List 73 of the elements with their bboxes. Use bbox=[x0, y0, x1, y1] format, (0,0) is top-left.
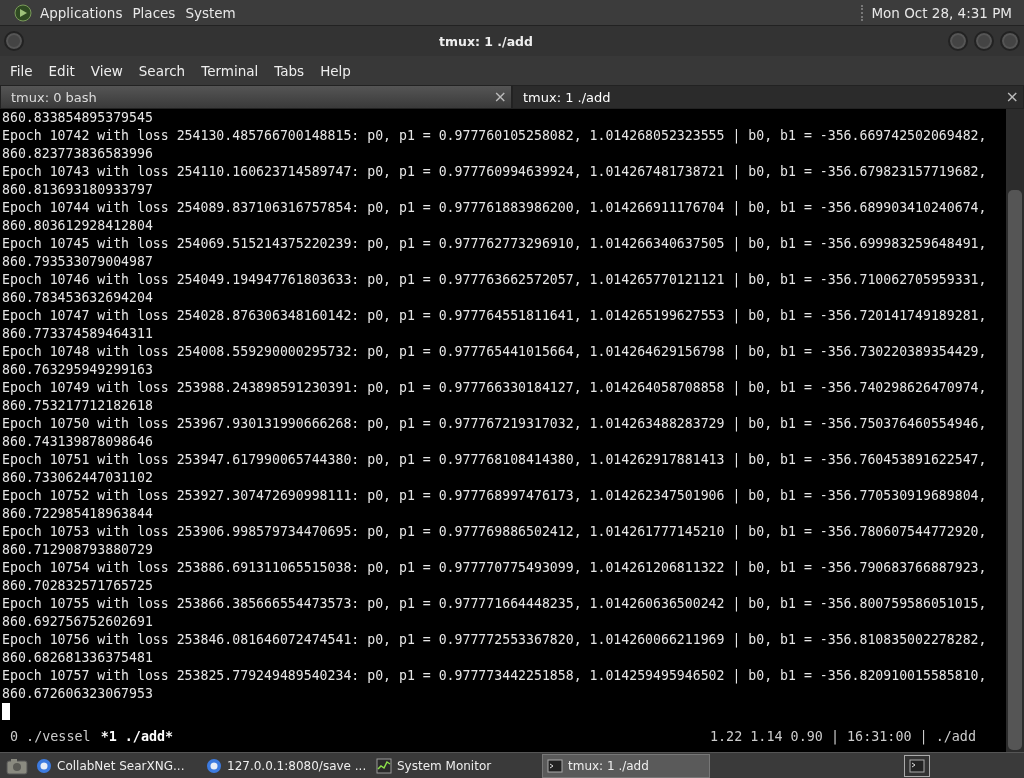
terminal-line: 860.692756752602691 bbox=[2, 613, 153, 631]
menu-item[interactable]: View bbox=[82, 62, 131, 79]
taskbar-button[interactable]: System Monitor bbox=[372, 754, 538, 777]
panel-menu[interactable]: Places bbox=[130, 4, 178, 21]
menu-item[interactable]: Help bbox=[312, 62, 359, 79]
tmux-status-info: 1.22 1.14 0.90 | 16:31:00 | ./add bbox=[709, 728, 976, 744]
terminal-line: 860.793533079004987 bbox=[2, 253, 153, 271]
panel-separator bbox=[861, 4, 866, 21]
terminal-line: 860.722985418963844 bbox=[2, 505, 153, 523]
terminal-line: Epoch 10749 with loss 253988.243898591230391: p0, p1 = 0.977766330184127, 1.014264058708858 | b0, b1 = -356.740298626470974, bbox=[2, 379, 987, 397]
terminal-line: 860.702832571765725 bbox=[2, 577, 153, 595]
workspace-switcher[interactable] bbox=[904, 754, 930, 777]
terminal-line: 860.712908793880729 bbox=[2, 541, 153, 559]
taskbar-button[interactable]: tmux: 1 ./add bbox=[542, 753, 710, 778]
globe-icon bbox=[36, 757, 52, 774]
minimize-button[interactable] bbox=[948, 31, 968, 51]
terminal-line: Epoch 10751 with loss 253947.617990065744380: p0, p1 = 0.977768108414380, 1.014262917881413 | b0, b1 = -356.760453891622547, bbox=[2, 451, 987, 469]
terminal-line: Epoch 10747 with loss 254028.876306348160142: p0, p1 = 0.977764551811641, 1.014265199627553 | b0, b1 = -356.720141749189281, bbox=[2, 307, 987, 325]
terminal-line: Epoch 10754 with loss 253886.691311065515038: p0, p1 = 0.977770775493099, 1.014261206811322 | b0, b1 = -356.790683766887923, bbox=[2, 559, 987, 577]
tmux-window: 0 ./vessel bbox=[10, 728, 91, 744]
window-title: tmux: 1 ./add bbox=[438, 33, 534, 49]
terminal-line: Epoch 10748 with loss 254008.559290000295732: p0, p1 = 0.977765441015664, 1.014264629156798 | b0, b1 = -356.730220389354429, bbox=[2, 343, 987, 361]
tab-label: tmux: 1 ./add bbox=[523, 89, 612, 105]
chart-icon bbox=[376, 757, 392, 774]
terminal-line: Epoch 10757 with loss 253825.779249489540234: p0, p1 = 0.977773442251858, 1.014259495946502 | b0, b1 = -356.820910015585810, bbox=[2, 667, 987, 685]
terminal-line: 860.763295949299163 bbox=[2, 361, 153, 379]
terminal-line: 860.833854895379545 bbox=[2, 109, 153, 127]
foot-logo-icon bbox=[14, 3, 32, 22]
terminal-line: 860.753217712182618 bbox=[2, 397, 153, 415]
close-icon[interactable]: × bbox=[1005, 89, 1019, 105]
terminal-line: 860.743139878098646 bbox=[2, 433, 153, 451]
terminal-line: 860.803612928412804 bbox=[2, 217, 153, 235]
tmux-window: *1 ./add* bbox=[100, 728, 174, 744]
menu-item[interactable]: Search bbox=[130, 62, 194, 79]
menu-item[interactable]: Tabs bbox=[266, 62, 313, 79]
terminal-line: Epoch 10755 with loss 253866.385666554473573: p0, p1 = 0.977771664448235, 1.014260636500242 | b0, b1 = -356.800759586051015, bbox=[2, 595, 987, 613]
globe-icon bbox=[206, 757, 222, 774]
close-button[interactable] bbox=[1000, 31, 1020, 51]
menu-item[interactable]: Edit bbox=[40, 62, 83, 79]
text-cursor bbox=[2, 703, 10, 720]
terminal-line: Epoch 10744 with loss 254089.837106316757854: p0, p1 = 0.977761883986200, 1.014266911176704 | b0, b1 = -356.689903410240674, bbox=[2, 199, 987, 217]
terminal-line: 860.813693180933797 bbox=[2, 181, 153, 199]
terminal-line: Epoch 10750 with loss 253967.930131990666268: p0, p1 = 0.977767219317032, 1.014263488283729 | b0, b1 = -356.750376460554946, bbox=[2, 415, 987, 433]
terminal-line: Epoch 10756 with loss 253846.081646072474541: p0, p1 = 0.977772553367820, 1.014260066211969 | b0, b1 = -356.810835002278282, bbox=[2, 631, 987, 649]
menu-item[interactable]: Terminal bbox=[193, 62, 267, 79]
terminal-line: 860.682681336375481 bbox=[2, 649, 153, 667]
terminal-icon bbox=[909, 758, 925, 773]
terminal-line: 860.773374589464311 bbox=[2, 325, 153, 343]
window-menu-button[interactable] bbox=[4, 31, 24, 51]
panel-clock[interactable]: Mon Oct 28, 4:31 PM bbox=[871, 4, 1024, 21]
terminal-line: 860.672606323067953 bbox=[2, 685, 153, 703]
taskbar-button[interactable]: 127.0.0.1:8080/save ... bbox=[202, 754, 368, 777]
terminal-line: Epoch 10753 with loss 253906.998579734470695: p0, p1 = 0.977769886502412, 1.014261777145210 | b0, b1 = -356.780607544772920, bbox=[2, 523, 987, 541]
terminal-tab[interactable]: tmux: 0 bash × bbox=[0, 85, 512, 109]
maximize-button[interactable] bbox=[974, 31, 994, 51]
panel-menu[interactable]: Applications bbox=[38, 4, 125, 21]
panel-menu[interactable]: System bbox=[183, 4, 238, 21]
scrollbar-thumb[interactable] bbox=[1008, 190, 1022, 750]
terminal-line: Epoch 10746 with loss 254049.194947761803633: p0, p1 = 0.977763662572057, 1.014265770121121 | b0, b1 = -356.710062705959331, bbox=[2, 271, 987, 289]
terminal-line: 860.783453632694204 bbox=[2, 289, 153, 307]
terminal-tab[interactable]: tmux: 1 ./add × bbox=[512, 85, 1024, 109]
terminal-line: Epoch 10752 with loss 253927.307472690998111: p0, p1 = 0.977768997476173, 1.014262347501906 | b0, b1 = -356.770530919689804, bbox=[2, 487, 987, 505]
close-icon[interactable]: × bbox=[493, 89, 507, 105]
terminal-line: Epoch 10745 with loss 254069.515214375220239: p0, p1 = 0.977762773296910, 1.014266340637505 | b0, b1 = -356.699983259648491, bbox=[2, 235, 987, 253]
tab-label: tmux: 0 bash bbox=[11, 89, 98, 105]
taskbar-button[interactable]: CollabNet SearXNG... bbox=[32, 754, 198, 777]
terminal-line: 860.733062447031102 bbox=[2, 469, 153, 487]
scrollbar[interactable] bbox=[1006, 109, 1024, 752]
terminal-line: 860.823773836583996 bbox=[2, 145, 153, 163]
terminal-icon bbox=[547, 757, 563, 774]
terminal-line: Epoch 10743 with loss 254110.160623714589747: p0, p1 = 0.977760994639924, 1.014267481738721 | b0, b1 = -356.679823157719682, bbox=[2, 163, 987, 181]
menu-item[interactable]: File bbox=[2, 62, 41, 79]
terminal-line: Epoch 10742 with loss 254130.485766700148815: p0, p1 = 0.977760105258082, 1.014268052323555 | b0, b1 = -356.669742502069482, bbox=[2, 127, 987, 145]
